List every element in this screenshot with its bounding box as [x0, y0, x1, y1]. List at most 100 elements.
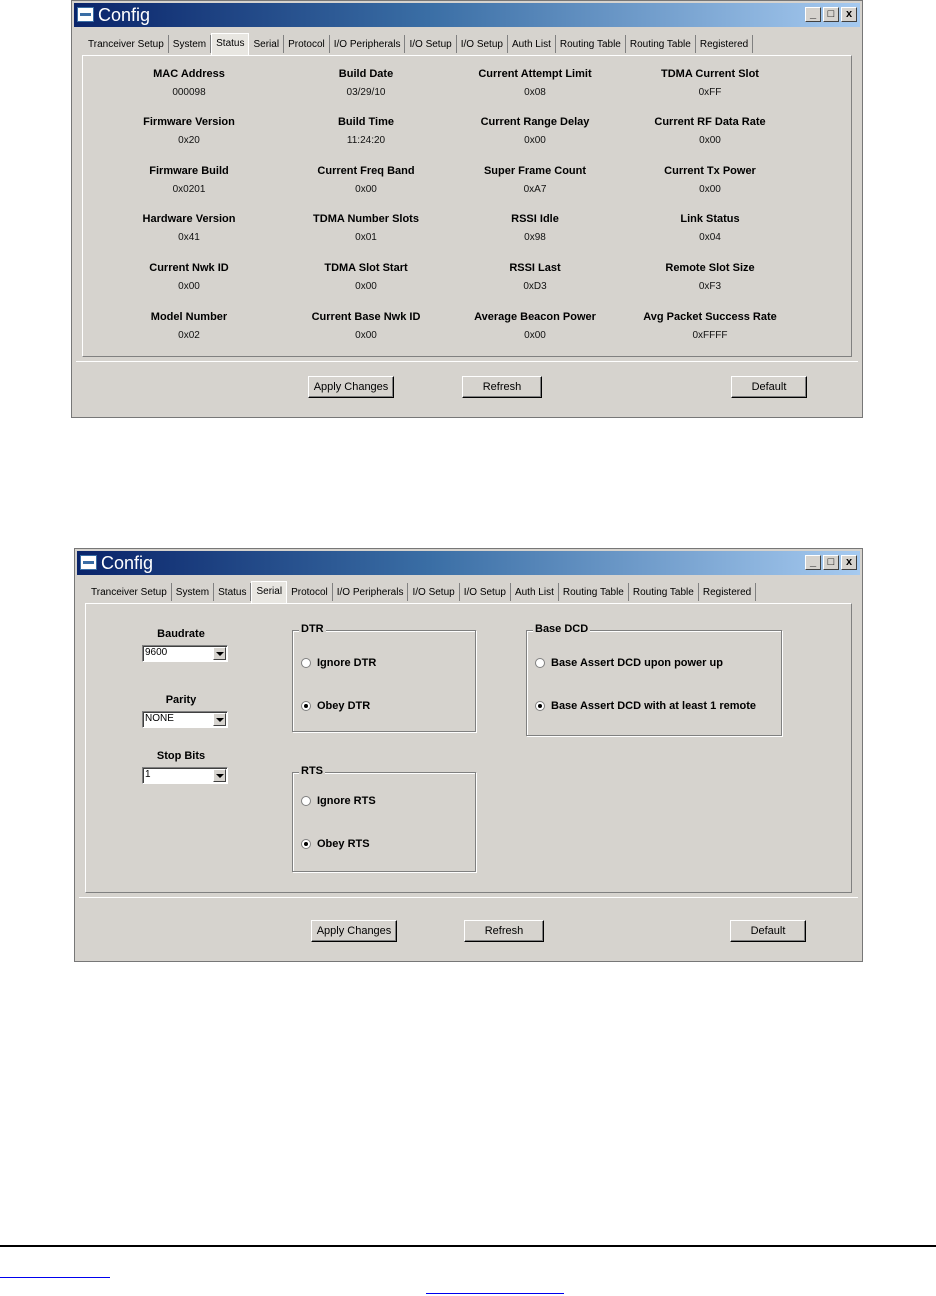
parity-label: Parity: [165, 694, 197, 706]
chevron-down-icon[interactable]: [213, 713, 226, 726]
rts-group: RTS Ignore RTS Obey RTS: [292, 765, 476, 872]
rts-legend: RTS: [299, 765, 325, 777]
status-field: Current Freq Band 0x00: [276, 165, 456, 195]
tab-routing-table[interactable]: Routing Table: [556, 35, 626, 53]
radio-obey-rts[interactable]: Obey RTS: [301, 838, 370, 850]
tab-protocol[interactable]: Protocol: [284, 35, 330, 53]
apply-changes-button[interactable]: Apply Changes: [311, 920, 397, 942]
tab-io-setup[interactable]: I/O Setup: [408, 583, 460, 601]
tab-io-peripherals[interactable]: I/O Peripherals: [333, 583, 409, 601]
refresh-button[interactable]: Refresh: [462, 376, 542, 398]
status-field-value: 0x01: [355, 232, 377, 243]
radio-ignore-rts[interactable]: Ignore RTS: [301, 795, 376, 807]
close-button[interactable]: x: [841, 555, 857, 570]
button-bar: Apply Changes Refresh Default: [76, 361, 858, 398]
tab-auth-list[interactable]: Auth List: [511, 583, 559, 601]
status-field-value: 0x20: [178, 135, 200, 146]
tab-io-setup[interactable]: I/O Setup: [405, 35, 457, 53]
status-field-label: Model Number: [150, 311, 228, 323]
radio-dcd-one-remote[interactable]: Base Assert DCD with at least 1 remote: [535, 700, 756, 712]
apply-changes-button[interactable]: Apply Changes: [308, 376, 394, 398]
status-field: TDMA Current Slot 0xFF: [620, 68, 800, 98]
status-field-value: 0x08: [524, 87, 546, 98]
config-window-serial: Config _ □ x Tranceiver Setup System Sta…: [74, 548, 863, 962]
minimize-button[interactable]: _: [805, 7, 821, 22]
chevron-down-icon[interactable]: [213, 647, 226, 660]
tab-system[interactable]: System: [172, 583, 215, 601]
chevron-down-icon[interactable]: [213, 769, 226, 782]
link-underline[interactable]: [0, 1277, 110, 1278]
status-field-label: Current RF Data Rate: [654, 116, 766, 128]
tab-io-setup-2[interactable]: I/O Setup: [460, 583, 511, 601]
tab-registered[interactable]: Registered: [699, 583, 757, 601]
status-field-value: 0x00: [355, 330, 377, 341]
title-bar[interactable]: Config _ □ x: [77, 551, 860, 575]
radio-obey-dtr[interactable]: Obey DTR: [301, 700, 370, 712]
tab-routing-table[interactable]: Routing Table: [559, 583, 629, 601]
tab-protocol[interactable]: Protocol: [287, 583, 333, 601]
base-dcd-legend: Base DCD: [533, 623, 591, 635]
status-field-label: Firmware Build: [149, 165, 229, 177]
status-field-label: Current Base Nwk ID: [311, 311, 421, 323]
status-field-value: 0x00: [524, 330, 546, 341]
status-field-value: 0xD3: [523, 281, 547, 292]
status-field-value: 0x00: [699, 184, 721, 195]
status-field: Current Nwk ID 0x00: [99, 262, 279, 292]
baudrate-select[interactable]: 9600: [142, 645, 228, 662]
tab-auth-list[interactable]: Auth List: [508, 35, 556, 53]
refresh-button[interactable]: Refresh: [464, 920, 544, 942]
radio-dcd-power-up[interactable]: Base Assert DCD upon power up: [535, 657, 723, 669]
status-field-label: Build Date: [338, 68, 394, 80]
tab-strip: Tranceiver Setup System Status Serial Pr…: [84, 33, 754, 56]
tab-io-setup-2[interactable]: I/O Setup: [457, 35, 508, 53]
config-window-status: Config _ □ x Tranceiver Setup System Sta…: [71, 0, 863, 418]
status-field: Link Status 0x04: [620, 213, 800, 243]
status-field-label: MAC Address: [153, 68, 225, 80]
radio-ignore-dtr[interactable]: Ignore DTR: [301, 657, 376, 669]
tab-tranceiver-setup[interactable]: Tranceiver Setup: [87, 583, 172, 601]
status-field: RSSI Idle 0x98: [445, 213, 625, 243]
tab-tranceiver-setup[interactable]: Tranceiver Setup: [84, 35, 169, 53]
radio-button-selected-icon: [301, 701, 311, 711]
status-field-value: 0xA7: [523, 184, 547, 195]
status-field: Current RF Data Rate 0x00: [620, 116, 800, 146]
tab-serial[interactable]: Serial: [251, 581, 288, 604]
status-field: Build Time 11:24:20: [276, 116, 456, 146]
tab-routing-table-2[interactable]: Routing Table: [629, 583, 699, 601]
parity-select[interactable]: NONE: [142, 711, 228, 728]
tab-status[interactable]: Status: [214, 583, 252, 601]
default-button[interactable]: Default: [730, 920, 806, 942]
radio-label: Base Assert DCD upon power up: [551, 657, 723, 669]
tab-registered[interactable]: Registered: [696, 35, 754, 53]
radio-label: Ignore RTS: [317, 795, 376, 807]
status-field-label: RSSI Idle: [511, 213, 559, 225]
radio-button-selected-icon: [301, 839, 311, 849]
tab-status[interactable]: Status: [211, 33, 250, 56]
serial-panel: Baudrate 9600 Parity NONE Stop Bits 1 DT…: [85, 603, 852, 893]
tab-io-peripherals[interactable]: I/O Peripherals: [330, 35, 406, 53]
link-underline[interactable]: [426, 1293, 564, 1294]
stop-bits-select[interactable]: 1: [142, 767, 228, 784]
status-field-label: Remote Slot Size: [665, 262, 755, 274]
tab-routing-table-2[interactable]: Routing Table: [626, 35, 696, 53]
close-button[interactable]: x: [841, 7, 857, 22]
maximize-button[interactable]: □: [823, 7, 839, 22]
tab-serial[interactable]: Serial: [249, 35, 285, 53]
maximize-button[interactable]: □: [823, 555, 839, 570]
status-field: Hardware Version 0x41: [99, 213, 279, 243]
status-field-label: TDMA Number Slots: [313, 213, 419, 225]
status-field-label: Super Frame Count: [483, 165, 587, 177]
stop-bits-label: Stop Bits: [156, 750, 206, 762]
default-button[interactable]: Default: [731, 376, 807, 398]
status-field-label: Link Status: [680, 213, 740, 225]
status-field-value: 0x41: [178, 232, 200, 243]
status-field: Avg Packet Success Rate 0xFFFF: [620, 311, 800, 341]
radio-label: Ignore DTR: [317, 657, 377, 669]
status-field-label: Firmware Version: [143, 116, 235, 128]
minimize-button[interactable]: _: [805, 555, 821, 570]
tab-system[interactable]: System: [169, 35, 212, 53]
radio-label: Obey RTS: [317, 838, 370, 850]
dtr-legend: DTR: [299, 623, 326, 635]
status-field-label: TDMA Current Slot: [661, 68, 759, 80]
title-bar[interactable]: Config _ □ x: [74, 3, 860, 27]
